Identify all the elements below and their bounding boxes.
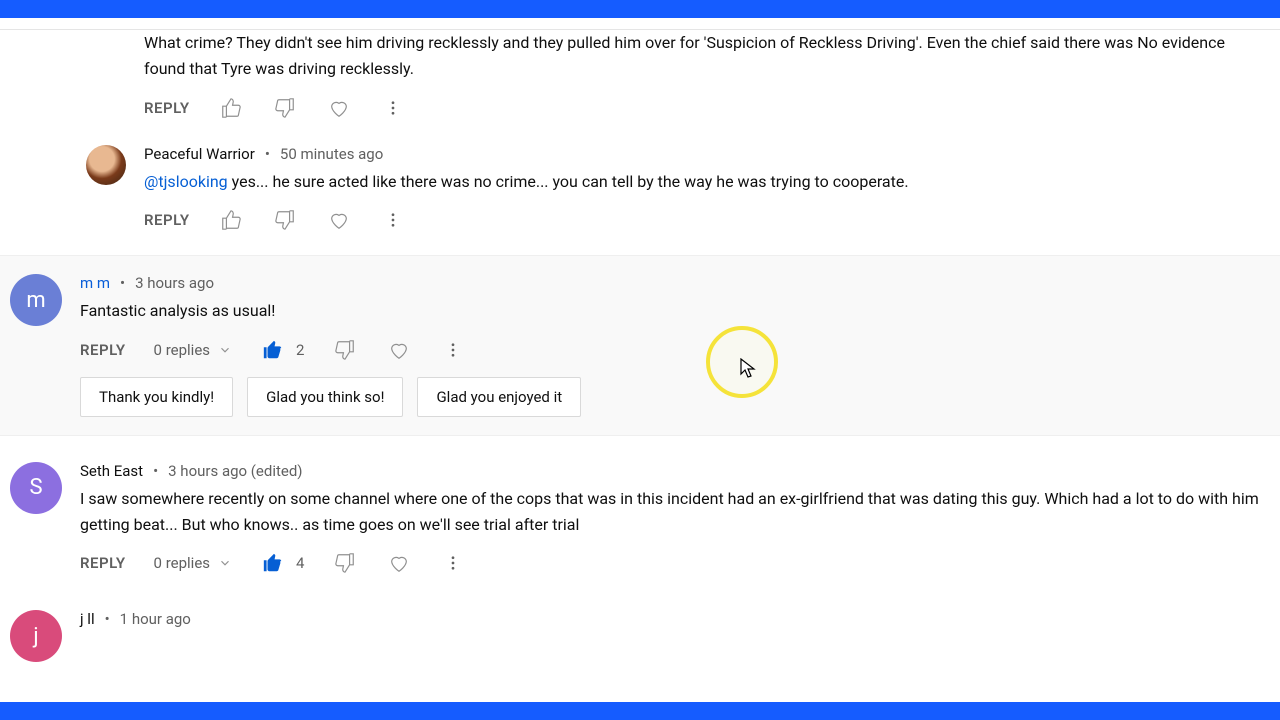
replies-toggle[interactable]: 0 replies (154, 554, 232, 572)
author-name[interactable]: Peaceful Warrior (144, 145, 255, 163)
comment-item: j j ll • 1 hour ago (0, 598, 1280, 666)
timestamp[interactable]: 1 hour ago (120, 610, 191, 628)
replies-toggle[interactable]: 0 replies (154, 341, 232, 359)
comment-header: Peaceful Warrior • 50 minutes ago (144, 145, 1270, 163)
reply-suggestion[interactable]: Glad you enjoyed it (417, 377, 581, 417)
heart-icon[interactable] (386, 550, 412, 576)
comment-text: Fantastic analysis as usual! (80, 298, 1270, 324)
comment-text: @tjslooking yes... he sure acted like th… (144, 169, 1270, 195)
thumbs-down-icon[interactable] (332, 550, 358, 576)
thumbs-down-icon[interactable] (332, 337, 358, 363)
separator-dot: • (105, 610, 110, 628)
chevron-down-icon (218, 343, 232, 357)
header-strip (0, 18, 1280, 30)
thumbs-down-icon[interactable] (272, 95, 298, 121)
comment-header: j ll • 1 hour ago (80, 610, 1270, 628)
comment-item-highlighted: m m m • 3 hours ago Fantastic analysis a… (0, 255, 1280, 435)
thumbs-down-icon[interactable] (272, 207, 298, 233)
replies-count-label: 0 replies (154, 554, 210, 572)
comment-text-body: yes... he sure acted like there was no c… (228, 172, 909, 191)
timestamp[interactable]: 3 hours ago (edited) (168, 462, 302, 480)
action-row: REPLY (144, 89, 1270, 129)
reply-suggestion[interactable]: Thank you kindly! (80, 377, 233, 417)
heart-icon[interactable] (326, 95, 352, 121)
action-row: REPLY 0 replies 2 (80, 331, 1270, 371)
suggestion-row: Thank you kindly! Glad you think so! Gla… (80, 371, 1270, 417)
avatar-letter: j (33, 624, 38, 649)
action-row: REPLY 0 replies 4 (80, 544, 1270, 584)
comment-header: m m • 3 hours ago (80, 274, 1270, 292)
bottom-blue-bar (0, 702, 1280, 720)
chevron-down-icon (218, 556, 232, 570)
comment-item: S Seth East • 3 hours ago (edited) I saw… (0, 450, 1280, 589)
avatar[interactable]: j (10, 610, 62, 662)
avatar[interactable] (86, 145, 126, 185)
reply-button[interactable]: REPLY (144, 99, 190, 117)
avatar-letter: S (29, 475, 42, 500)
author-name[interactable]: Seth East (80, 462, 143, 480)
comment-text: I saw somewhere recently on some channel… (80, 486, 1270, 539)
like-count: 4 (296, 554, 304, 572)
author-name[interactable]: m m (80, 274, 110, 292)
like-group: 4 (260, 550, 304, 576)
reply-item: What crime? They didn't see him driving … (0, 30, 1280, 133)
action-row: REPLY (144, 201, 1270, 241)
thumbs-up-icon[interactable] (218, 207, 244, 233)
reply-button[interactable]: REPLY (80, 341, 126, 359)
timestamp[interactable]: 50 minutes ago (280, 145, 383, 163)
replies-count-label: 0 replies (154, 341, 210, 359)
thumbs-up-icon[interactable] (218, 95, 244, 121)
reply-button[interactable]: REPLY (80, 554, 126, 572)
heart-icon[interactable] (386, 337, 412, 363)
more-icon[interactable] (380, 95, 406, 121)
reply-button[interactable]: REPLY (144, 211, 190, 229)
separator-dot: • (120, 274, 125, 292)
avatar[interactable]: m (10, 274, 62, 326)
reply-item: Peaceful Warrior • 50 minutes ago @tjslo… (0, 133, 1280, 245)
thumbs-up-icon[interactable] (260, 550, 286, 576)
comment-header: Seth East • 3 hours ago (edited) (80, 462, 1270, 480)
like-count: 2 (296, 341, 304, 359)
separator-dot: • (265, 145, 270, 163)
top-blue-bar (0, 0, 1280, 18)
separator-dot: • (153, 462, 158, 480)
timestamp[interactable]: 3 hours ago (135, 274, 214, 292)
thumbs-up-icon[interactable] (260, 337, 286, 363)
mention[interactable]: @tjslooking (144, 172, 228, 191)
comment-text: What crime? They didn't see him driving … (144, 30, 1270, 83)
comments-viewport: What crime? They didn't see him driving … (0, 18, 1280, 702)
reply-suggestion[interactable]: Glad you think so! (247, 377, 403, 417)
avatar[interactable]: S (10, 462, 62, 514)
like-group: 2 (260, 337, 304, 363)
avatar-letter: m (26, 288, 45, 313)
more-icon[interactable] (440, 550, 466, 576)
more-icon[interactable] (440, 337, 466, 363)
author-name[interactable]: j ll (80, 610, 95, 628)
heart-icon[interactable] (326, 207, 352, 233)
more-icon[interactable] (380, 207, 406, 233)
